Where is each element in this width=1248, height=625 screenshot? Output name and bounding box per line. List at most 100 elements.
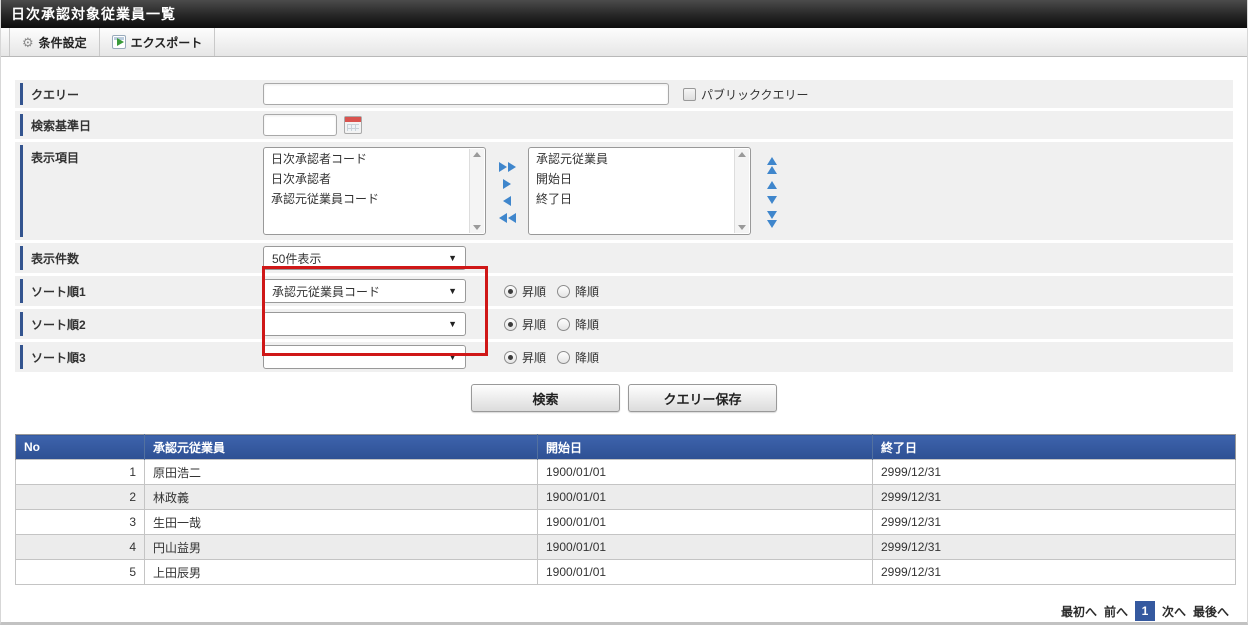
query-field-area: パブリッククエリー	[263, 80, 1233, 108]
sort1-desc-label: 降順	[575, 283, 599, 300]
pagination-next[interactable]: 次へ	[1162, 603, 1186, 620]
calendar-icon[interactable]	[344, 116, 362, 134]
move-up-button[interactable]	[767, 181, 777, 189]
scroll-down-icon[interactable]	[738, 225, 746, 230]
action-buttons: 検索 クエリー保存	[15, 384, 1233, 412]
display-items-field-area: 日次承認者コード日次承認者承認元従業員コード 承認元従業員開始日終了日	[263, 142, 1233, 238]
header-no[interactable]: No	[16, 435, 145, 460]
display-count-label: 表示件数	[15, 243, 263, 273]
page-title: 日次承認対象従業員一覧	[1, 0, 1247, 28]
sort2-desc-radio[interactable]	[557, 318, 570, 331]
display-items-label: 表示項目	[15, 142, 263, 240]
header-source-employee[interactable]: 承認元従業員	[145, 435, 538, 460]
sort1-row: ソート順1 承認元従業員コード ▼ 昇順 降順	[15, 276, 1233, 306]
cell-source-employee: 生田一哉	[145, 510, 538, 535]
base-date-row: 検索基準日	[15, 111, 1233, 139]
table-row[interactable]: 2林政義1900/01/012999/12/31	[16, 485, 1236, 510]
sort1-select[interactable]: 承認元従業員コード ▼	[263, 279, 466, 303]
sort2-asc-radio[interactable]	[504, 318, 517, 331]
cell-source-employee: 林政義	[145, 485, 538, 510]
save-query-button[interactable]: クエリー保存	[628, 384, 777, 412]
cell-no: 2	[16, 485, 145, 510]
listbox-option[interactable]: 承認元従業員コード	[264, 189, 469, 209]
move-top-button[interactable]	[767, 157, 777, 174]
chevron-down-icon: ▼	[448, 286, 457, 296]
cell-start-date: 1900/01/01	[538, 510, 873, 535]
cell-no: 3	[16, 510, 145, 535]
sort2-row: ソート順2 ▼ 昇順 降順	[15, 309, 1233, 339]
result-table: No 承認元従業員 開始日 終了日 1原田浩二1900/01/012999/12…	[15, 434, 1236, 585]
sort1-value: 承認元従業員コード	[272, 283, 380, 300]
selected-items-listbox[interactable]: 承認元従業員開始日終了日	[528, 147, 751, 235]
listbox-option[interactable]: 終了日	[529, 189, 734, 209]
display-count-value: 50件表示	[272, 250, 321, 267]
cell-source-employee: 原田浩二	[145, 460, 538, 485]
scroll-up-icon[interactable]	[473, 152, 481, 157]
sort1-asc-label: 昇順	[522, 283, 546, 300]
sort3-desc-radio[interactable]	[557, 351, 570, 364]
listbox-option[interactable]: 日次承認者コード	[264, 149, 469, 169]
move-left-button[interactable]	[503, 196, 511, 206]
move-down-button[interactable]	[767, 196, 777, 204]
scroll-down-icon[interactable]	[473, 225, 481, 230]
base-date-input[interactable]	[263, 114, 337, 136]
sort2-select[interactable]: ▼	[263, 312, 466, 336]
move-right-button[interactable]	[503, 179, 511, 189]
sort3-select[interactable]: ▼	[263, 345, 466, 369]
sort1-desc-radio[interactable]	[557, 285, 570, 298]
available-items-scrollbar[interactable]	[469, 149, 484, 233]
table-row[interactable]: 5上田辰男1900/01/012999/12/31	[16, 560, 1236, 585]
sort2-direction-group: 昇順 降順	[504, 316, 607, 333]
sort3-desc-label: 降順	[575, 349, 599, 366]
export-button[interactable]: エクスポート	[99, 28, 216, 56]
scroll-up-icon[interactable]	[738, 152, 746, 157]
sort3-field-area: ▼ 昇順 降順	[263, 342, 1233, 372]
listbox-option[interactable]: 日次承認者	[264, 169, 469, 189]
condition-settings-label: 条件設定	[39, 34, 87, 51]
listbox-option[interactable]: 開始日	[529, 169, 734, 189]
query-row: クエリー パブリッククエリー	[15, 80, 1233, 108]
header-start-date[interactable]: 開始日	[538, 435, 873, 460]
table-row[interactable]: 1原田浩二1900/01/012999/12/31	[16, 460, 1236, 485]
cell-source-employee: 円山益男	[145, 535, 538, 560]
table-body: 1原田浩二1900/01/012999/12/312林政義1900/01/012…	[16, 460, 1236, 585]
table-row[interactable]: 4円山益男1900/01/012999/12/31	[16, 535, 1236, 560]
move-bottom-button[interactable]	[767, 211, 777, 228]
move-all-left-button[interactable]	[499, 213, 516, 223]
public-query-checkbox[interactable]	[683, 88, 696, 101]
sort1-field-area: 承認元従業員コード ▼ 昇順 降順	[263, 276, 1233, 306]
search-button[interactable]: 検索	[471, 384, 620, 412]
sort1-direction-group: 昇順 降順	[504, 283, 607, 300]
cell-start-date: 1900/01/01	[538, 485, 873, 510]
query-input[interactable]	[263, 83, 669, 105]
display-count-select[interactable]: 50件表示 ▼	[263, 246, 466, 270]
available-items-listbox[interactable]: 日次承認者コード日次承認者承認元従業員コード	[263, 147, 486, 235]
cell-no: 5	[16, 560, 145, 585]
export-icon	[112, 35, 126, 49]
cell-end-date: 2999/12/31	[873, 460, 1236, 485]
sort3-asc-radio[interactable]	[504, 351, 517, 364]
header-end-date[interactable]: 終了日	[873, 435, 1236, 460]
listbox-option[interactable]: 承認元従業員	[529, 149, 734, 169]
export-label: エクスポート	[131, 34, 203, 51]
table-row[interactable]: 3生田一哉1900/01/012999/12/31	[16, 510, 1236, 535]
chevron-down-icon: ▼	[448, 352, 457, 362]
pagination-prev[interactable]: 前へ	[1104, 603, 1128, 620]
sort2-field-area: ▼ 昇順 降順	[263, 309, 1233, 339]
cell-no: 1	[16, 460, 145, 485]
base-date-label: 検索基準日	[15, 111, 263, 139]
chevron-down-icon: ▼	[448, 319, 457, 329]
sort1-asc-radio[interactable]	[504, 285, 517, 298]
condition-settings-button[interactable]: ⚙ 条件設定	[9, 28, 100, 56]
cell-end-date: 2999/12/31	[873, 485, 1236, 510]
chevron-down-icon: ▼	[448, 253, 457, 263]
order-buttons	[751, 147, 793, 235]
pagination-last[interactable]: 最後へ	[1193, 603, 1229, 620]
pagination: 最初へ 前へ 1 次へ 最後へ	[1, 601, 1229, 621]
sort3-asc-label: 昇順	[522, 349, 546, 366]
move-all-right-button[interactable]	[499, 162, 516, 172]
selected-items-scrollbar[interactable]	[734, 149, 749, 233]
public-query-checkbox-label: パブリッククエリー	[701, 86, 809, 103]
pagination-first[interactable]: 最初へ	[1061, 603, 1097, 620]
display-items-row: 表示項目 日次承認者コード日次承認者承認元従業員コード 承認元従業員開始	[15, 142, 1233, 240]
